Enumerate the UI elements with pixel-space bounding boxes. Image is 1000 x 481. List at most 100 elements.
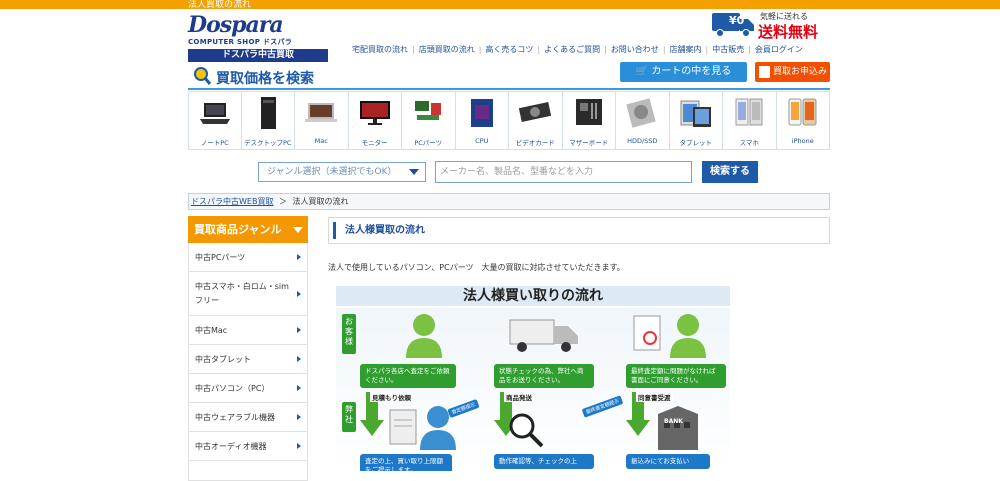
quote-ticket-2: 最終査定額提示 xyxy=(581,395,624,418)
sidebar-item-label: 中古オーディオ機器 xyxy=(195,441,267,451)
search-button[interactable]: 検索する xyxy=(702,161,758,183)
mac-icon xyxy=(305,103,337,122)
clipboard-icon xyxy=(759,66,770,78)
genre-select[interactable]: ジャンル選択（未選択でもOK） xyxy=(258,162,426,182)
breadcrumb-current: 法人買取の流れ xyxy=(292,197,349,206)
arrow-right-icon xyxy=(297,443,301,449)
free-shipping-title: 送料無料 xyxy=(758,23,819,41)
tablet-icon xyxy=(680,100,711,127)
sidebar-item-pc[interactable]: 中古パソコン（PC） xyxy=(188,374,308,403)
nav-tips[interactable]: 高く売るコツ xyxy=(485,45,533,54)
category-laptop[interactable]: ノートPC xyxy=(188,91,242,150)
breadcrumb-separator: ＞ xyxy=(279,197,287,206)
free-shipping-banner: ¥0 気軽に送れる 送料無料 xyxy=(712,11,830,41)
free-shipping-badge: ¥0 xyxy=(729,14,745,27)
sidebar-item-more[interactable] xyxy=(188,461,308,481)
sidebar-item-audio[interactable]: 中古オーディオ機器 xyxy=(188,432,308,461)
sidebar-item-label: 中古PCパーツ xyxy=(195,252,246,262)
topbar-title: 法人買取の流れ xyxy=(188,0,252,10)
arrow-right-icon xyxy=(297,290,301,297)
nav-login[interactable]: 会員ログイン xyxy=(755,45,803,54)
title-underline xyxy=(188,88,830,90)
category-label: ビデオカード xyxy=(515,139,555,147)
monitor-icon xyxy=(359,101,390,125)
category-label: iPhone xyxy=(791,137,814,145)
nav-stores[interactable]: 店舗案内 xyxy=(670,45,702,54)
smartphone-icon xyxy=(735,98,763,126)
category-label: CPU xyxy=(475,137,489,145)
magnifier-icon xyxy=(194,67,212,85)
nav-delivery-flow[interactable]: 宅配買取の流れ xyxy=(352,45,408,54)
motherboard-icon xyxy=(575,99,602,125)
triangle-down-icon xyxy=(293,227,303,233)
genre-select-value: ジャンル選択（未選択でもOK） xyxy=(267,167,397,177)
sidebar-item-label: 中古パソコン（PC） xyxy=(195,383,270,393)
category-desktop[interactable]: デスクトップPC xyxy=(241,91,295,150)
sidebar-item-label: 中古スマホ・白ロム・simフリー xyxy=(195,281,289,305)
cpu-icon xyxy=(470,99,493,127)
category-label: ノートPC xyxy=(200,139,229,147)
sidebar-item-tablet[interactable]: 中古タブレット xyxy=(188,345,308,374)
desktop-tower-icon xyxy=(260,97,276,129)
breadcrumb-home-link[interactable]: ドスパラ中古WEB買取 xyxy=(191,197,273,206)
category-pc-parts[interactable]: PCパーツ xyxy=(402,91,456,150)
top-bar: 法人買取の流れ xyxy=(0,0,1000,10)
genre-sidebar: 買取商品ジャンル 中古PCパーツ 中古スマホ・白ロム・simフリー 中古Mac … xyxy=(188,216,308,481)
apply-purchase-button[interactable]: 買取お申込み xyxy=(755,62,830,82)
site-logo[interactable]: Dospara COMPUTER SHOP ドスパラ ドスパラ中古買取 xyxy=(188,14,328,62)
laptop-icon xyxy=(200,103,230,124)
logo-sub-text: COMPUTER SHOP ドスパラ xyxy=(188,38,293,46)
company-step3-box: 振込みにてお支払い xyxy=(626,454,710,469)
arrow-right-icon xyxy=(297,356,301,362)
arrow-right-icon xyxy=(297,385,301,391)
category-grid: ノートPC デスクトップPC Mac モニター PCパーツ CPU ビデオカード… xyxy=(188,91,830,150)
arrow-right-icon xyxy=(297,327,301,333)
magnifier-illustration-icon xyxy=(509,413,544,448)
category-iphone[interactable]: iPhone xyxy=(776,91,830,150)
category-label: Mac xyxy=(314,137,328,145)
sidebar-item-mac[interactable]: 中古Mac xyxy=(188,316,308,345)
nav-used-sales[interactable]: 中古販売 xyxy=(712,45,744,54)
sidebar-item-wearable[interactable]: 中古ウェアラブル機器 xyxy=(188,403,308,432)
bank-icon xyxy=(658,406,698,450)
page-title: 法人様買取の流れ xyxy=(328,217,830,244)
company-step2-box: 動作確認等、チェックの上 xyxy=(494,454,594,469)
arrow-right-icon xyxy=(297,254,301,260)
category-monitor[interactable]: モニター xyxy=(348,91,402,150)
view-cart-button[interactable]: 🛒 カートの中を見る xyxy=(620,62,747,82)
view-cart-label: カートの中を見る xyxy=(651,66,732,77)
video-card-icon xyxy=(518,102,552,122)
nav-contact[interactable]: お問い合わせ xyxy=(611,45,659,54)
sidebar-item-pc-parts[interactable]: 中古PCパーツ xyxy=(188,243,308,272)
nav-faq[interactable]: よくあるご質問 xyxy=(544,45,600,54)
hdd-icon xyxy=(626,98,656,128)
nav-store-flow[interactable]: 店頭買取の流れ xyxy=(419,45,475,54)
category-video-card[interactable]: ビデオカード xyxy=(509,91,563,150)
category-label: スマホ xyxy=(739,139,759,147)
category-motherboard[interactable]: マザーボード xyxy=(562,91,616,150)
cart-icon: 🛒 xyxy=(635,66,652,77)
sidebar-item-label: 中古タブレット xyxy=(195,354,251,364)
flow-body: お客様 弊社 ドスパラ各店へ査定をご依頼ください。 状態チェックの為、弊社へ商品… xyxy=(336,308,730,471)
sidebar-item-smartphone[interactable]: 中古スマホ・白ロム・simフリー xyxy=(188,272,308,316)
category-label: マザーボード xyxy=(569,139,609,147)
document-stamp-icon xyxy=(633,315,661,351)
category-label: タブレット xyxy=(679,139,713,147)
arrow-right-icon xyxy=(297,414,301,420)
category-mac[interactable]: Mac xyxy=(295,91,349,150)
staff-person-icon xyxy=(420,406,456,450)
customer-tag: お客様 xyxy=(342,314,356,354)
keyword-search-input[interactable] xyxy=(435,161,692,183)
bank-label: BANK xyxy=(664,418,683,425)
category-smartphone[interactable]: スマホ xyxy=(723,91,777,150)
pc-parts-icon xyxy=(415,101,441,120)
sidebar-item-label: 中古ウェアラブル機器 xyxy=(195,412,275,422)
sidebar-title[interactable]: 買取商品ジャンル xyxy=(188,216,308,243)
breadcrumb: ドスパラ中古WEB買取 ＞ 法人買取の流れ xyxy=(188,193,830,210)
corporate-flow-diagram: 法人様買い取りの流れ お客様 弊社 ドスパラ各店へ査定をご依頼ください。 状態チ… xyxy=(336,286,730,471)
category-label: HDD/SSD xyxy=(627,137,658,145)
intro-text: 法人で使用しているパソコン、PCパーツ 大量の買取に対応させていただきます。 xyxy=(328,263,625,272)
category-hdd-ssd[interactable]: HDD/SSD xyxy=(616,91,670,150)
category-tablet[interactable]: タブレット xyxy=(669,91,723,150)
category-cpu[interactable]: CPU xyxy=(455,91,509,150)
